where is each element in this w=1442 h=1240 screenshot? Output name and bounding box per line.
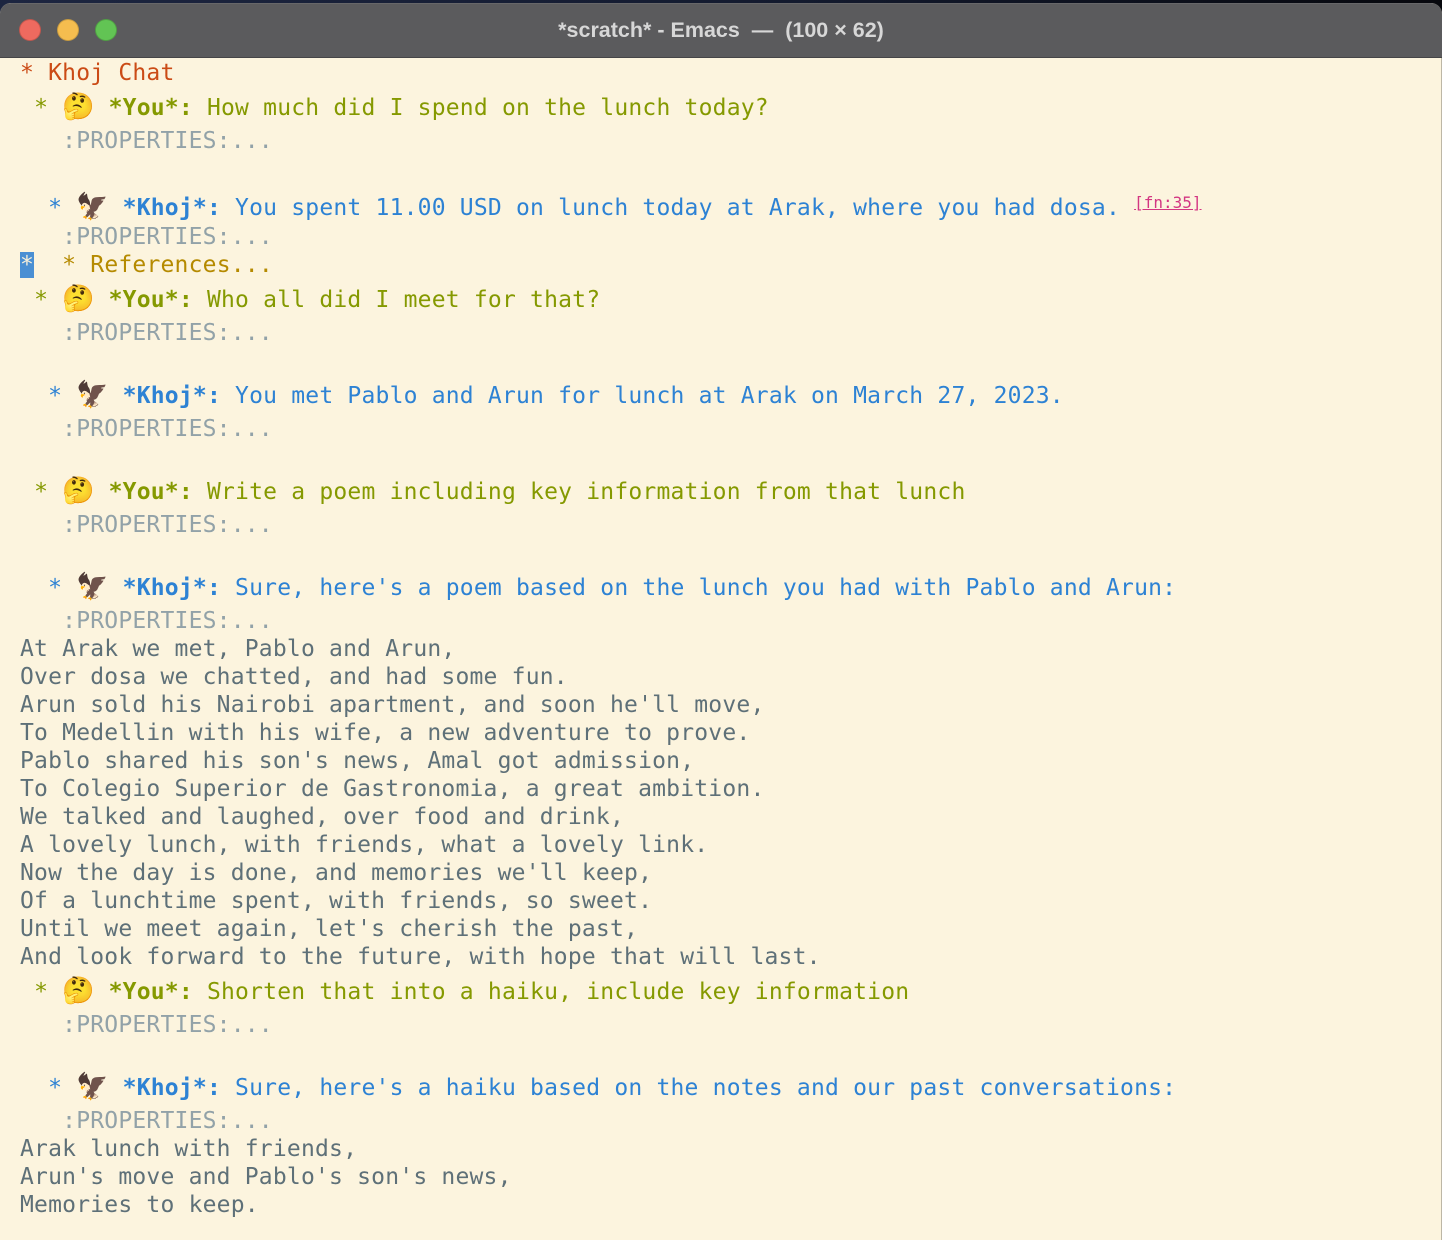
org-bullet-star: * <box>48 383 76 409</box>
body-text-line[interactable]: Of a lunchtime spent, with friends, so s… <box>20 887 1438 915</box>
blank-line[interactable] <box>20 443 1438 471</box>
speaker-label: *Khoj*: <box>123 195 221 221</box>
org-bullet-star: * <box>48 1075 76 1101</box>
properties-drawer[interactable]: :PROPERTIES:... <box>20 1107 1438 1135</box>
editor-buffer[interactable]: * Khoj Chat * 🤔 *You*: How much did I sp… <box>0 58 1442 1219</box>
chat-message-khoj[interactable]: * 🦅 *Khoj*: You met Pablo and Arun for l… <box>20 375 1438 415</box>
thinking-face-icon: 🤔 <box>62 92 94 122</box>
properties-drawer[interactable]: :PROPERTIES:... <box>20 607 1438 635</box>
body-text-line[interactable]: Pablo shared his son's news, Amal got ad… <box>20 747 1438 775</box>
eagle-icon: 🦅 <box>76 572 108 602</box>
chat-message-you[interactable]: * 🤔 *You*: Write a poem including key in… <box>20 471 1438 511</box>
body-text-line[interactable]: Arak lunch with friends, <box>20 1135 1438 1163</box>
zoom-button-icon[interactable] <box>95 19 117 41</box>
properties-drawer[interactable]: :PROPERTIES:... <box>20 1011 1438 1039</box>
org-bullet-star: * <box>34 979 62 1005</box>
speaker-label: *Khoj*: <box>123 383 221 409</box>
body-text-line[interactable]: We talked and laughed, over food and dri… <box>20 803 1438 831</box>
body-text-line[interactable]: To Medellin with his wife, a new adventu… <box>20 719 1438 747</box>
text-cursor[interactable]: * <box>20 252 34 278</box>
eagle-icon: 🦅 <box>76 380 108 410</box>
footnote-link[interactable]: [fn:35] <box>1134 193 1201 212</box>
properties-drawer[interactable]: :PROPERTIES:... <box>20 511 1438 539</box>
body-text-line[interactable]: Arun's move and Pablo's son's news, <box>20 1163 1438 1191</box>
chat-message-khoj[interactable]: * 🦅 *Khoj*: Sure, here's a poem based on… <box>20 567 1438 607</box>
body-text-line[interactable]: At Arak we met, Pablo and Arun, <box>20 635 1438 663</box>
blank-line[interactable] <box>20 539 1438 567</box>
properties-drawer[interactable]: :PROPERTIES:... <box>20 415 1438 443</box>
speaker-label: *Khoj*: <box>123 575 221 601</box>
thinking-face-icon: 🤔 <box>62 476 94 506</box>
traffic-lights <box>19 19 117 41</box>
body-text-line[interactable]: Until we meet again, let's cherish the p… <box>20 915 1438 943</box>
blank-line[interactable] <box>20 347 1438 375</box>
body-text-line[interactable]: To Colegio Superior de Gastronomia, a gr… <box>20 775 1438 803</box>
chat-message-you[interactable]: * 🤔 *You*: How much did I spend on the l… <box>20 87 1438 127</box>
properties-drawer[interactable]: :PROPERTIES:... <box>20 127 1438 155</box>
body-text-line[interactable]: Arun sold his Nairobi apartment, and soo… <box>20 691 1438 719</box>
speaker-label: *You*: <box>109 979 193 1005</box>
emacs-window: *scratch* - Emacs — (100 × 62) * Khoj Ch… <box>0 3 1442 1240</box>
close-button-icon[interactable] <box>19 19 41 41</box>
body-text-line[interactable]: Now the day is done, and memories we'll … <box>20 859 1438 887</box>
org-bullet-star: * <box>34 287 62 313</box>
org-heading-line[interactable]: * Khoj Chat <box>20 59 1438 87</box>
chat-message-khoj[interactable]: * 🦅 *Khoj*: Sure, here's a haiku based o… <box>20 1067 1438 1107</box>
org-bullet-star: * <box>48 575 76 601</box>
eagle-icon: 🦅 <box>76 192 108 222</box>
chat-message-you[interactable]: * 🤔 *You*: Who all did I meet for that? <box>20 279 1438 319</box>
window-title: *scratch* - Emacs — (100 × 62) <box>0 18 1442 43</box>
eagle-icon: 🦅 <box>76 1072 108 1102</box>
blank-line[interactable] <box>20 155 1438 183</box>
org-bullet-star: * <box>34 95 62 121</box>
speaker-label: *You*: <box>109 479 193 505</box>
body-text-line[interactable]: Over dosa we chatted, and had some fun. <box>20 663 1438 691</box>
blank-line[interactable] <box>20 1039 1438 1067</box>
body-text-line[interactable]: And look forward to the future, with hop… <box>20 943 1438 971</box>
thinking-face-icon: 🤔 <box>62 284 94 314</box>
org-bullet-star: * <box>48 195 76 221</box>
chat-message-khoj[interactable]: * 🦅 *Khoj*: You spent 11.00 USD on lunch… <box>20 183 1438 223</box>
properties-drawer[interactable]: :PROPERTIES:... <box>20 319 1438 347</box>
body-text-line[interactable]: A lovely lunch, with friends, what a lov… <box>20 831 1438 859</box>
body-text-line[interactable]: Memories to keep. <box>20 1191 1438 1219</box>
references-heading[interactable]: * * References... <box>20 251 1438 279</box>
chat-message-you[interactable]: * 🤔 *You*: Shorten that into a haiku, in… <box>20 971 1438 1011</box>
speaker-label: *You*: <box>109 287 193 313</box>
speaker-label: *You*: <box>109 95 193 121</box>
window-titlebar[interactable]: *scratch* - Emacs — (100 × 62) <box>0 3 1442 58</box>
properties-drawer[interactable]: :PROPERTIES:... <box>20 223 1438 251</box>
org-bullet-star: * <box>34 479 62 505</box>
thinking-face-icon: 🤔 <box>62 976 94 1006</box>
speaker-label: *Khoj*: <box>123 1075 221 1101</box>
minimize-button-icon[interactable] <box>57 19 79 41</box>
